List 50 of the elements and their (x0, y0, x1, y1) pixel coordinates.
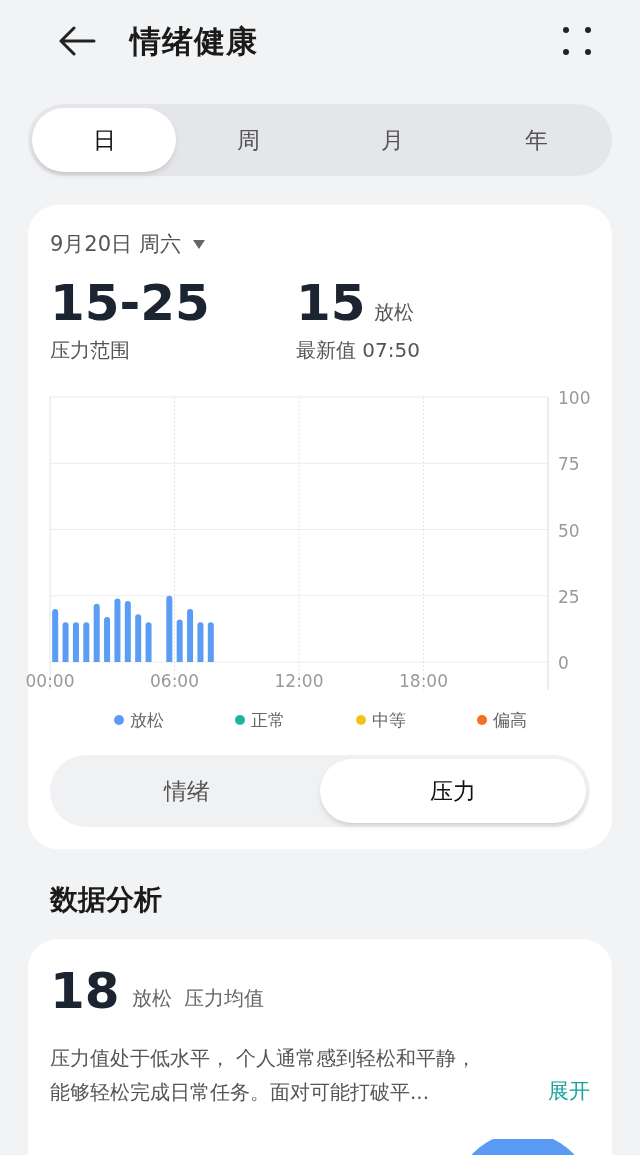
dropdown-icon[interactable] (192, 240, 205, 250)
x-tick-label: 00:00 (25, 670, 75, 691)
back-icon[interactable] (58, 26, 96, 56)
chart-bar (124, 600, 131, 662)
period-tab[interactable]: 周 (176, 108, 320, 172)
chart-bar (135, 613, 142, 662)
chart-bar (187, 608, 194, 662)
y-tick-label: 0 (558, 652, 569, 673)
section-heading: 数据分析 (50, 882, 163, 918)
chart-bar (72, 621, 79, 662)
legend-label: 偏高 (492, 708, 527, 732)
chart-bar (207, 621, 214, 662)
range-value: 15-25 (50, 272, 211, 333)
date-label[interactable]: 9月20日 周六 (50, 229, 181, 261)
chart-bar (104, 616, 111, 662)
legend-label: 中等 (371, 708, 406, 732)
legend-label: 放松 (129, 708, 164, 732)
chart-bar (176, 619, 183, 662)
y-tick-label: 75 (558, 453, 580, 474)
x-tick-label: 06:00 (150, 670, 199, 691)
latest-time-label: 最新值 07:50 (296, 336, 420, 364)
period-tab[interactable]: 月 (320, 108, 464, 172)
analysis-text: 压力值处于低水平， 个人通常感到轻松和平静， (50, 1045, 478, 1072)
x-tick-label: 18:00 (399, 670, 448, 691)
chart-bar (83, 621, 90, 662)
y-tick-label: 50 (558, 520, 580, 540)
mode-tab[interactable]: 压力 (320, 759, 586, 823)
chart-bar (145, 621, 152, 662)
chart-bar (197, 621, 204, 662)
legend-label: 正常 (250, 708, 285, 732)
y-tick-label: 100 (558, 387, 591, 408)
chart-bar (93, 603, 100, 662)
chart-bar (166, 595, 173, 662)
analysis-text: 能够轻松完成日常任务。面对可能打破平... (50, 1079, 430, 1106)
page-title: 情绪健康 (130, 21, 258, 61)
y-tick-label: 25 (558, 586, 580, 607)
level-label: 放松 (373, 298, 414, 326)
range-label: 压力范围 (50, 336, 131, 364)
latest-value: 15 (296, 272, 366, 333)
period-tab[interactable]: 年 (464, 108, 608, 172)
chart-bar (52, 608, 59, 662)
average-label: 压力均值 (183, 985, 264, 1012)
period-tab[interactable]: 日 (32, 108, 176, 172)
average-value: 18 (50, 961, 120, 1021)
more-icon[interactable] (562, 26, 592, 56)
chart-bar (62, 621, 69, 662)
mode-tab[interactable]: 情绪 (54, 759, 320, 823)
chart-bar (114, 597, 121, 662)
x-tick-label: 12:00 (274, 670, 324, 691)
level-label: 放松 (131, 985, 172, 1012)
